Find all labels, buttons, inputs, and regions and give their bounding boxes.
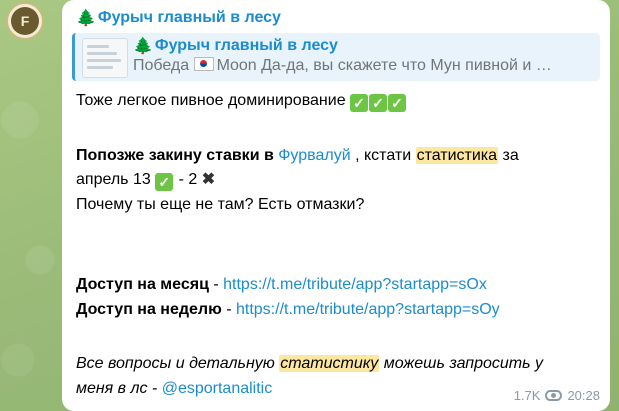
reply-snippet: Победа Moon Да-да, вы скажете что Мун пи… [133,57,552,74]
tree-icon: 🌲 [76,10,96,27]
channel-avatar[interactable]: F [6,2,44,40]
message-line-3: апрель 13 ✓ - 2 ✖ [76,171,216,191]
tree-icon: 🌲 [133,38,153,55]
check-icon: ✓ [155,173,174,191]
message-line-4: Почему ты еще не там? Есть отмазки? [76,196,365,213]
week-access-line: Доступ на неделю - https://t.me/tribute/… [76,301,500,318]
view-count: 1.7K [513,388,541,403]
footer-line-1: Все вопросы и детальную статистику можеш… [76,355,543,372]
korea-flag-icon [193,57,214,71]
message-sender[interactable]: 🌲 Фурыч главный в лесу [76,8,281,28]
reply-preview[interactable]: 🌲 Фурыч главный в лесу Победа Moon Да-да… [72,33,600,81]
cross-icon: ✖ [201,171,216,188]
avatar-glyph: F [20,13,30,29]
sender-name: Фурыч главный в лесу [97,9,281,26]
message-meta: 1.7K 20:28 [514,388,600,403]
reply-title-text: Фурыч главный в лесу [154,37,338,54]
message-time: 20:28 [567,388,600,403]
avatar-logo: F [11,7,39,35]
month-access-link[interactable]: https://t.me/tribute/app?startapp=sOx [223,276,487,293]
message-line-1: Тоже легкое пивное доминирование ✓ ✓ ✓ [76,89,407,113]
check-icon: ✓ [350,94,369,112]
message-line-2: Попозже закину ставки в Фурвалуй , кстат… [76,147,519,164]
month-access-line: Доступ на месяц - https://t.me/tribute/a… [76,276,487,293]
reply-thumbnail [82,38,128,78]
eye-icon [545,390,563,401]
check-icon: ✓ [369,94,388,112]
reply-title: 🌲 Фурыч главный в лесу [133,36,338,56]
footer-line-2: меня в лс - @esportanalitic [76,380,273,397]
contact-handle-link[interactable]: @esportanalitic [162,380,273,397]
highlighted-word: статистика [415,147,499,164]
week-access-link[interactable]: https://t.me/tribute/app?startapp=sOy [236,301,500,318]
message-bubble[interactable]: 🌲 Фурыч главный в лесу 🌲 Фурыч главный в… [62,0,610,411]
furvaluy-link[interactable]: Фурвалуй [278,147,350,164]
highlighted-word: статистику [279,355,380,372]
check-icon: ✓ [388,94,407,112]
